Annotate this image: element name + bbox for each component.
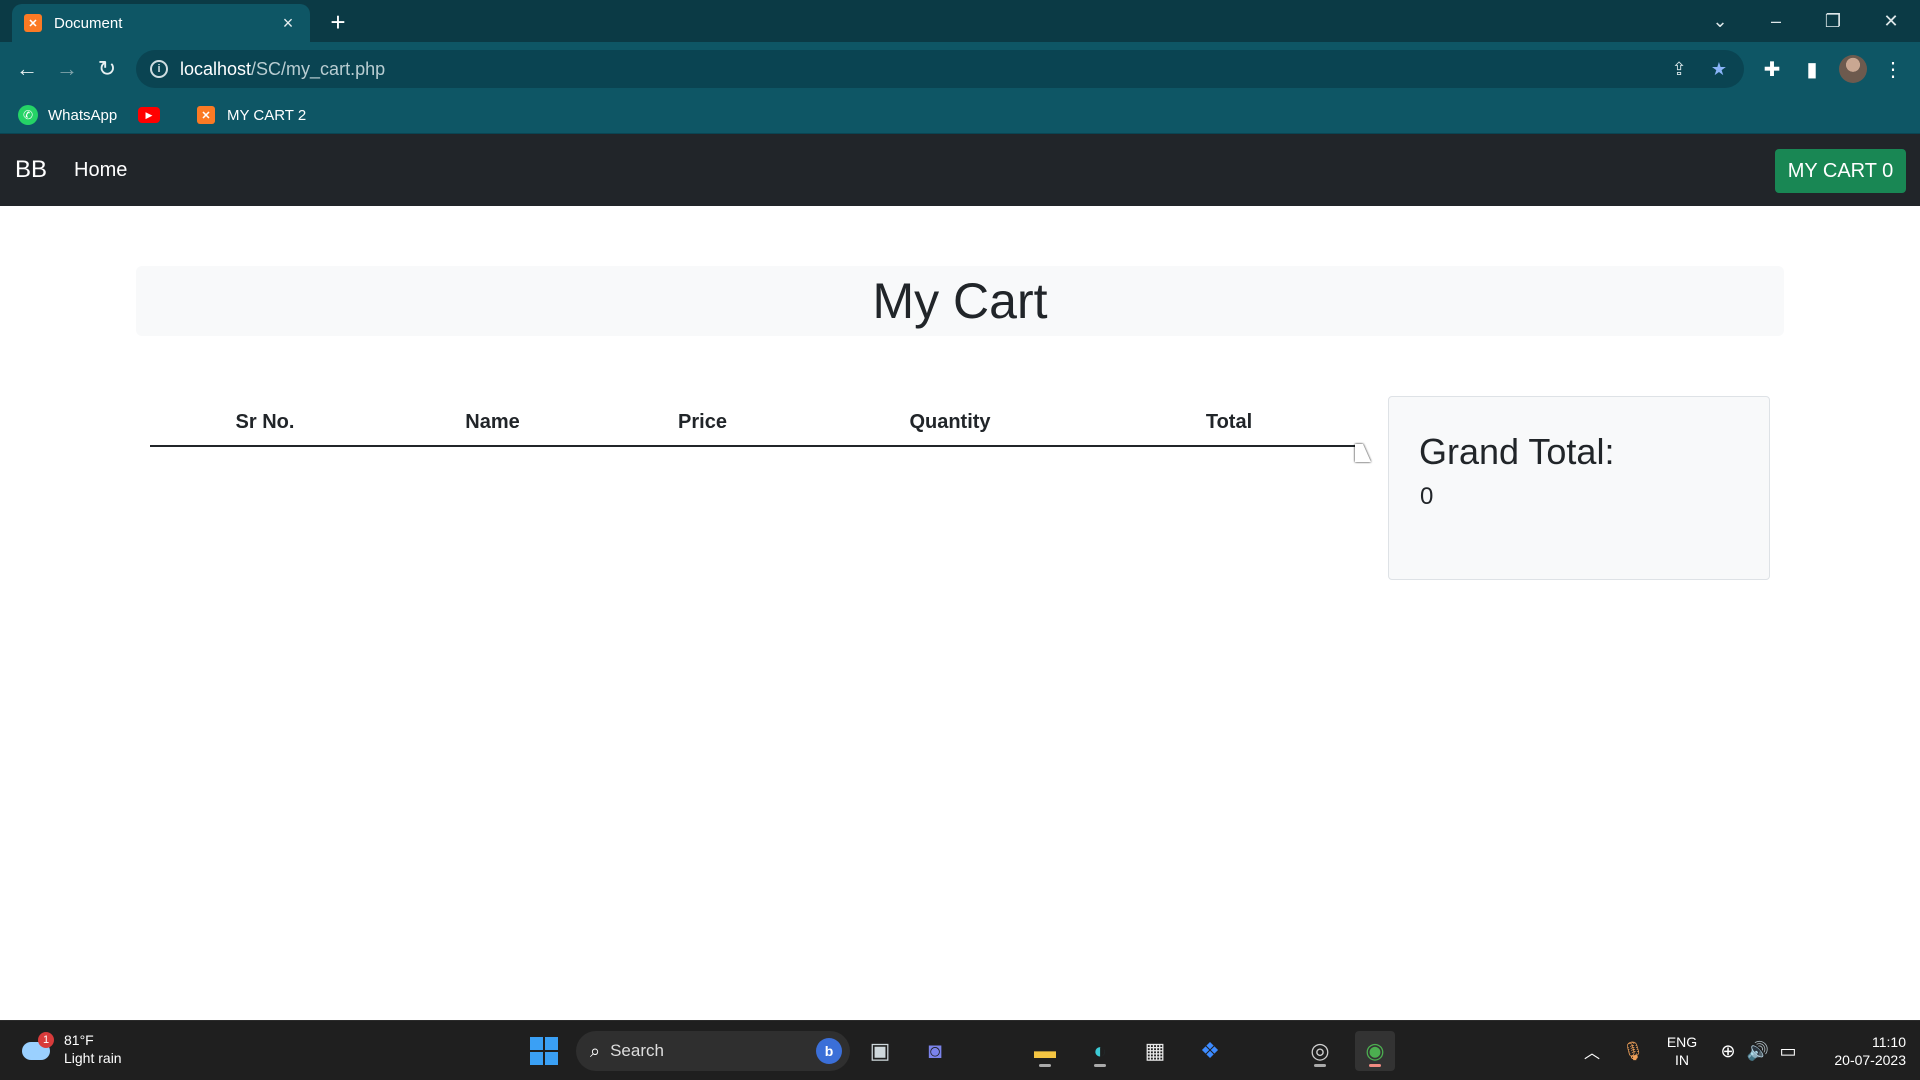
- dropbox-icon[interactable]: ❖: [1190, 1031, 1230, 1071]
- microphone-icon[interactable]: 🎙: [1613, 1031, 1653, 1071]
- bing-icon[interactable]: b: [816, 1038, 842, 1064]
- windows-logo-icon: [530, 1037, 558, 1065]
- browser-tab[interactable]: ✕ Document ×: [12, 4, 310, 42]
- address-bar[interactable]: i localhost/SC/my_cart.php ⇪ ★: [136, 50, 1744, 88]
- browser-tab-strip: ✕ Document × + ⌄ – ❐ ✕: [0, 0, 1920, 42]
- taskbar-search[interactable]: ⌕ Search b: [576, 1031, 850, 1071]
- column-header-total: Total: [1100, 400, 1358, 447]
- column-header-quantity: Quantity: [800, 400, 1100, 447]
- column-header-sr-no: Sr No.: [150, 400, 380, 447]
- weather-badge: 1: [38, 1032, 54, 1048]
- navbar-brand[interactable]: BB: [15, 156, 47, 184]
- xampp-icon: ✕: [197, 106, 215, 124]
- youtube-icon: ▶: [138, 107, 160, 123]
- bookmark-whatsapp[interactable]: ✆ WhatsApp: [18, 103, 117, 127]
- restore-icon[interactable]: ❐: [1813, 6, 1853, 36]
- battery-icon[interactable]: ▭: [1768, 1031, 1808, 1071]
- obs-icon[interactable]: ◎: [1300, 1031, 1340, 1071]
- browser-toolbar: ← → ↻ i localhost/SC/my_cart.php ⇪ ★ ✚ ▮…: [0, 42, 1920, 96]
- show-hidden-icons-icon[interactable]: ︿: [1572, 1031, 1612, 1071]
- window-close-icon[interactable]: ✕: [1871, 6, 1911, 36]
- weather-cloud-icon: 1: [20, 1032, 54, 1064]
- tab-search-icon[interactable]: ⌄: [1700, 6, 1740, 36]
- new-tab-button[interactable]: +: [324, 7, 352, 37]
- my-cart-button[interactable]: MY CART 0: [1775, 149, 1906, 193]
- bookmark-star-icon[interactable]: ★: [1706, 58, 1732, 80]
- grand-total-value: 0: [1420, 483, 1434, 510]
- windows-taskbar: 1 81°F Light rain ⌕ Search b ▣ ◙ ▬ ◐ ▦ ❖…: [0, 1020, 1920, 1080]
- table-header-row: Sr No. Name Price Quantity Total: [150, 400, 1358, 447]
- menu-icon[interactable]: ⋮: [1878, 54, 1908, 84]
- chrome-icon[interactable]: ◉: [1355, 1031, 1395, 1071]
- address-url[interactable]: localhost/SC/my_cart.php: [180, 59, 385, 80]
- clock[interactable]: 11:10 20-07-2023: [1812, 1033, 1906, 1069]
- mouse-cursor: [1355, 444, 1371, 462]
- forward-icon[interactable]: →: [50, 52, 84, 86]
- column-header-price: Price: [605, 400, 800, 447]
- bookmark-youtube[interactable]: ▶: [138, 103, 160, 127]
- grand-total-card: Grand Total: 0: [1388, 396, 1770, 580]
- whatsapp-icon: ✆: [18, 105, 38, 125]
- site-navbar: BB Home MY CART 0: [0, 134, 1920, 206]
- extensions-icon[interactable]: ✚: [1757, 54, 1787, 84]
- tab-close-icon[interactable]: ×: [278, 13, 298, 33]
- side-panel-icon[interactable]: ▮: [1797, 54, 1827, 84]
- bookmark-my-cart-2[interactable]: ✕ MY CART 2: [197, 103, 306, 127]
- file-explorer-icon[interactable]: ▬: [1025, 1031, 1065, 1071]
- page-heading-bar: My Cart: [136, 266, 1784, 336]
- reload-icon[interactable]: ↻: [90, 52, 124, 86]
- search-icon: ⌕: [590, 1040, 601, 1061]
- tab-title: Document: [54, 14, 123, 32]
- edge-icon[interactable]: ◐: [1080, 1031, 1120, 1071]
- bookmarks-bar: ✆ WhatsApp ▶ ✕ MY CART 2: [0, 96, 1920, 134]
- grand-total-label: Grand Total:: [1419, 431, 1615, 472]
- weather-widget[interactable]: 1 81°F Light rain: [20, 1031, 122, 1067]
- task-view-icon[interactable]: ▣: [860, 1031, 900, 1071]
- minimize-icon[interactable]: –: [1756, 6, 1796, 36]
- share-icon[interactable]: ⇪: [1666, 58, 1692, 80]
- teams-chat-icon[interactable]: ◙: [915, 1031, 955, 1071]
- page-title: My Cart: [872, 273, 1048, 329]
- language-indicator[interactable]: ENG IN: [1662, 1033, 1702, 1069]
- weather-temp: 81°F: [64, 1032, 94, 1048]
- back-icon[interactable]: ←: [10, 52, 44, 86]
- site-info-icon[interactable]: i: [150, 60, 168, 78]
- weather-desc: Light rain: [64, 1050, 122, 1066]
- start-button[interactable]: [524, 1031, 564, 1071]
- profile-avatar[interactable]: [1839, 55, 1867, 83]
- microsoft-store-icon[interactable]: ▦: [1135, 1031, 1175, 1071]
- column-header-name: Name: [380, 400, 605, 447]
- cart-table: Sr No. Name Price Quantity Total: [150, 400, 1358, 447]
- home-link[interactable]: Home: [74, 159, 127, 182]
- taskbar-search-placeholder: Search: [610, 1041, 664, 1060]
- xampp-icon: ✕: [24, 14, 42, 32]
